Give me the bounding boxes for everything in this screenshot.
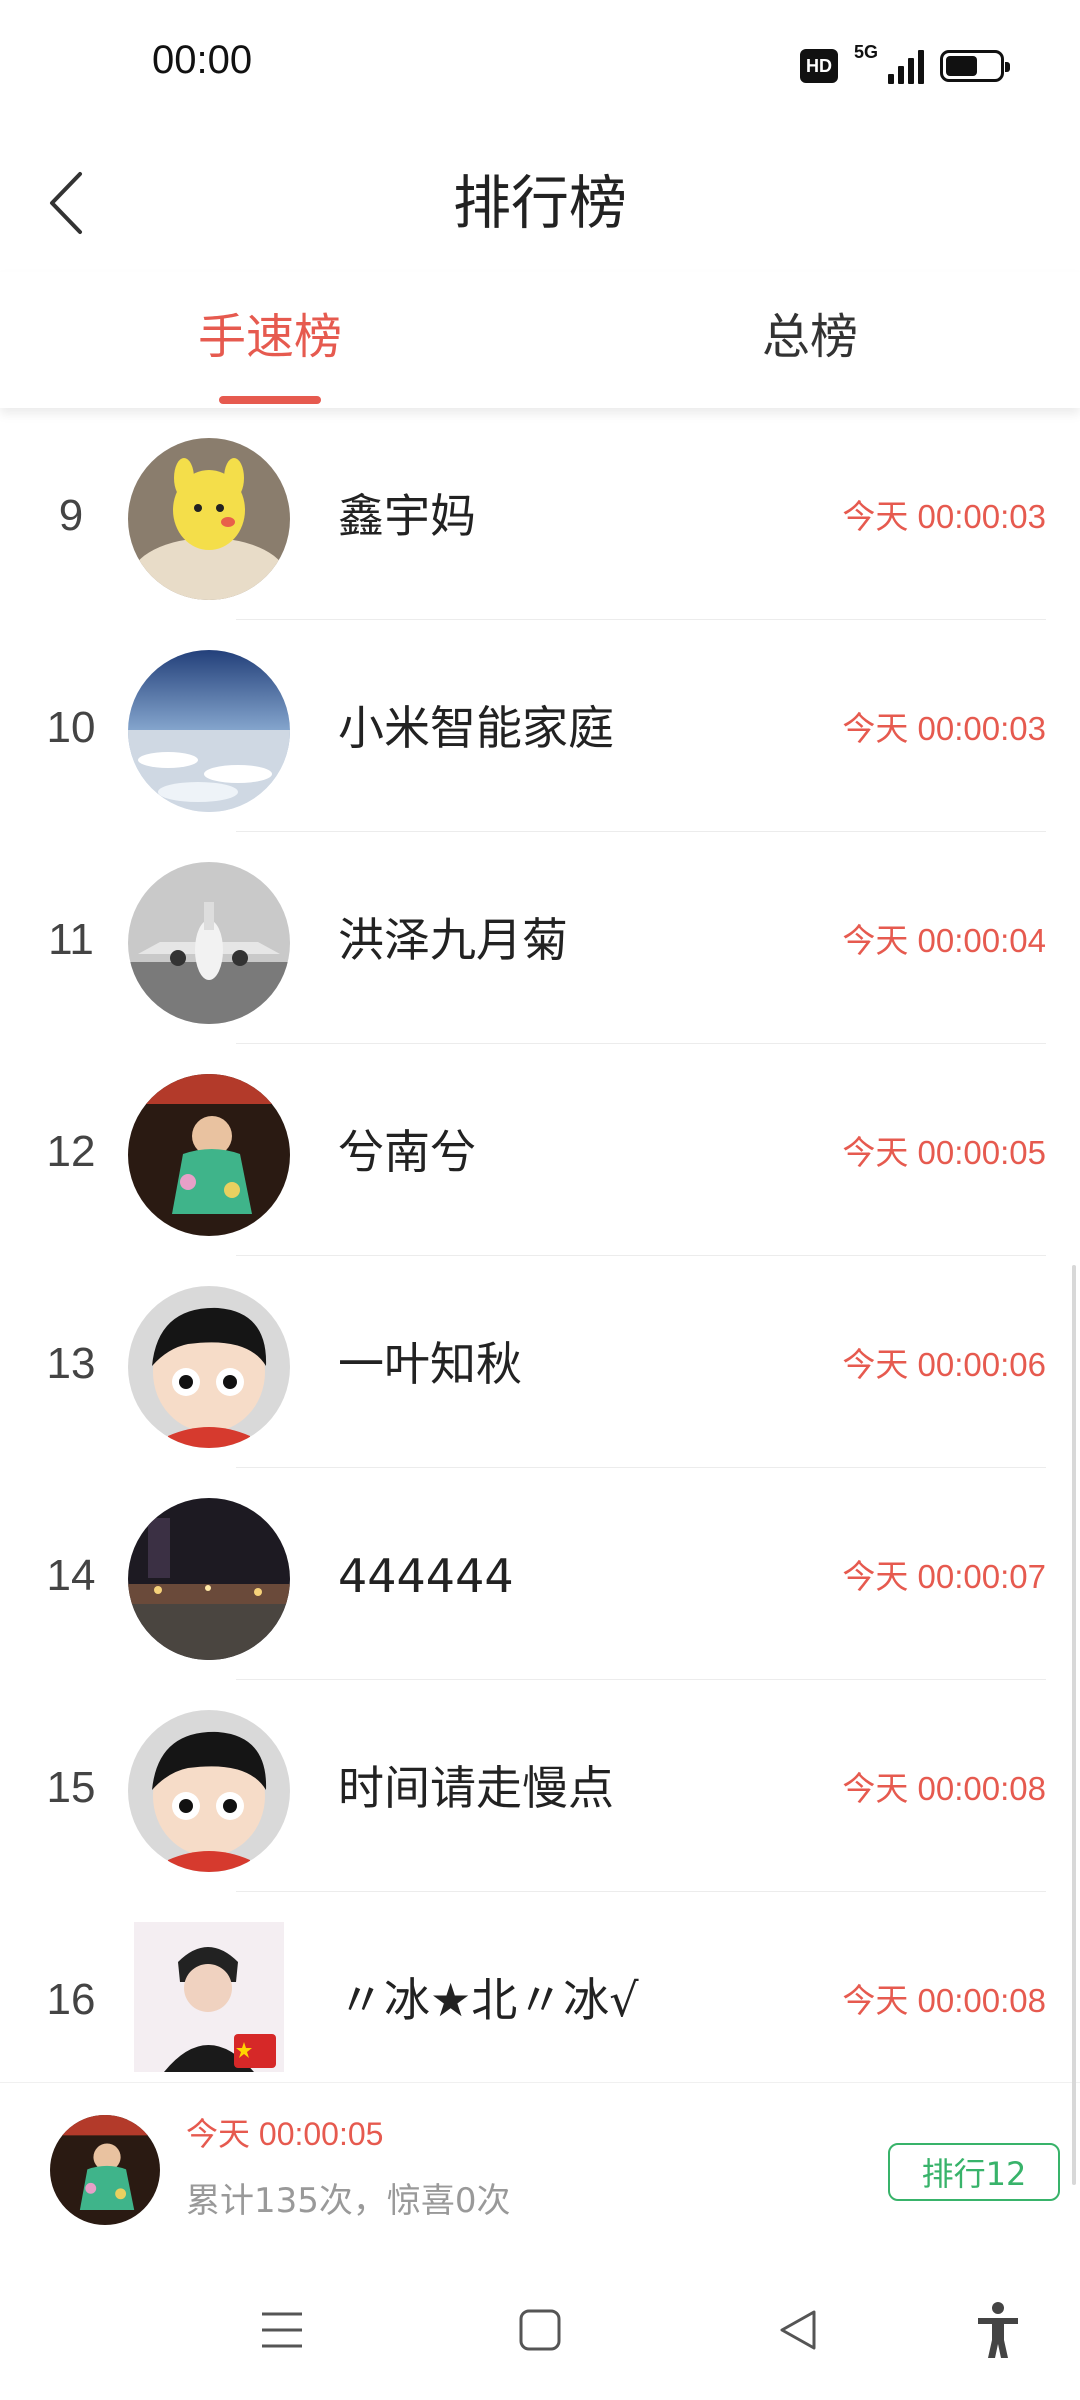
my-record-time: 今天 00:00:05: [186, 2116, 384, 2152]
player-name: 鑫宇妈: [338, 489, 476, 543]
player-name: 洪泽九月菊: [338, 913, 568, 967]
system-nav-bar: [0, 2250, 1080, 2400]
rank-badge-button[interactable]: 排行12: [888, 2143, 1060, 2201]
record-time: 今天 00:00:08: [842, 1982, 1046, 2019]
record-time: 今天 00:00:07: [842, 1558, 1046, 1595]
record-time: 今天 00:00:03: [842, 710, 1046, 747]
accessibility-button[interactable]: [958, 2290, 1038, 2370]
rank-number: 14: [46, 1551, 96, 1600]
tab-bar: 手速榜 总榜: [0, 272, 1080, 408]
ranking-row[interactable]: 16 〃冰★北〃冰√ 今天 00:00:08: [0, 1892, 1080, 2082]
rank-number: 13: [46, 1339, 96, 1388]
rank-number: 9: [58, 491, 84, 540]
record-time: 今天 00:00:04: [842, 922, 1046, 959]
rank-number: 10: [46, 703, 96, 752]
record-time: 今天 00:00:05: [842, 1134, 1046, 1171]
ranking-row[interactable]: 11 洪泽九月菊 今天 00:00:04: [0, 832, 1080, 1044]
accessibility-icon: [978, 2302, 1018, 2358]
status-icons: HD 5G: [800, 42, 1010, 84]
avatar[interactable]: [128, 1286, 290, 1448]
ranking-row[interactable]: 10 小米智能家庭 今天 00:00:03: [0, 620, 1080, 832]
player-name: 小米智能家庭: [338, 701, 614, 755]
avatar[interactable]: [128, 1498, 290, 1660]
home-square-icon: [519, 2309, 561, 2351]
ranking-row[interactable]: 9 鑫宇妈 今天 00:00:03: [0, 408, 1080, 620]
signal-icon: 5G: [854, 42, 924, 84]
avatar[interactable]: [128, 1710, 290, 1872]
page-title: 排行榜: [452, 169, 627, 237]
status-time: 00:00: [152, 38, 253, 82]
player-name: 时间请走慢点: [338, 1761, 614, 1815]
record-time: 今天 00:00:03: [842, 498, 1046, 535]
avatar[interactable]: [128, 862, 290, 1024]
ranking-row[interactable]: 14 444444 今天 00:00:07: [0, 1468, 1080, 1680]
tab-label: 手速榜: [197, 309, 342, 365]
ranking-list[interactable]: 9 鑫宇妈 今天 00:00:03 10 小米智能家庭 今天 00:00:03 …: [0, 408, 1080, 2082]
avatar[interactable]: [128, 650, 290, 812]
ranking-row[interactable]: 13 一叶知秋 今天 00:00:06: [0, 1256, 1080, 1468]
scrollbar[interactable]: [1072, 1265, 1076, 2185]
avatar[interactable]: [128, 438, 290, 600]
avatar[interactable]: [50, 2115, 160, 2225]
my-stats: 累计135次，惊喜0次: [186, 2181, 511, 2221]
menu-icon: [262, 2312, 302, 2348]
home-button[interactable]: [500, 2290, 580, 2370]
record-time: 今天 00:00:06: [842, 1346, 1046, 1383]
player-name: 兮南兮: [338, 1125, 476, 1179]
record-time: 今天 00:00:08: [842, 1770, 1046, 1807]
menu-button[interactable]: [242, 2290, 322, 2370]
rank-number: 12: [46, 1127, 96, 1176]
my-rank-bar: 今天 00:00:05 累计135次，惊喜0次 排行12: [0, 2082, 1080, 2250]
back-triangle-icon: [780, 2310, 816, 2350]
tab-speed-rank[interactable]: 手速榜: [0, 272, 540, 408]
tab-total-rank[interactable]: 总榜: [540, 272, 1080, 408]
avatar[interactable]: [128, 1074, 290, 1236]
header: 排行榜: [0, 136, 1080, 272]
status-bar: 00:00 HD 5G: [0, 0, 1080, 136]
tab-label: 总榜: [761, 309, 858, 365]
player-name: 〃冰★北〃冰√: [338, 1973, 639, 2027]
avatar[interactable]: [128, 1922, 290, 2082]
ranking-row[interactable]: 15 时间请走慢点 今天 00:00:08: [0, 1680, 1080, 1892]
network-type-label: 5G: [854, 42, 879, 62]
ranking-row[interactable]: 12 兮南兮 今天 00:00:05: [0, 1044, 1080, 1256]
rank-number: 11: [48, 915, 94, 964]
back-nav-button[interactable]: [758, 2290, 838, 2370]
battery-icon: [940, 50, 1010, 82]
player-name: 444444: [338, 1549, 514, 1603]
rank-number: 16: [46, 1975, 96, 2024]
player-name: 一叶知秋: [338, 1337, 522, 1391]
tab-indicator: [219, 396, 321, 404]
hd-icon: HD: [800, 49, 838, 83]
rank-number: 15: [46, 1763, 96, 1812]
